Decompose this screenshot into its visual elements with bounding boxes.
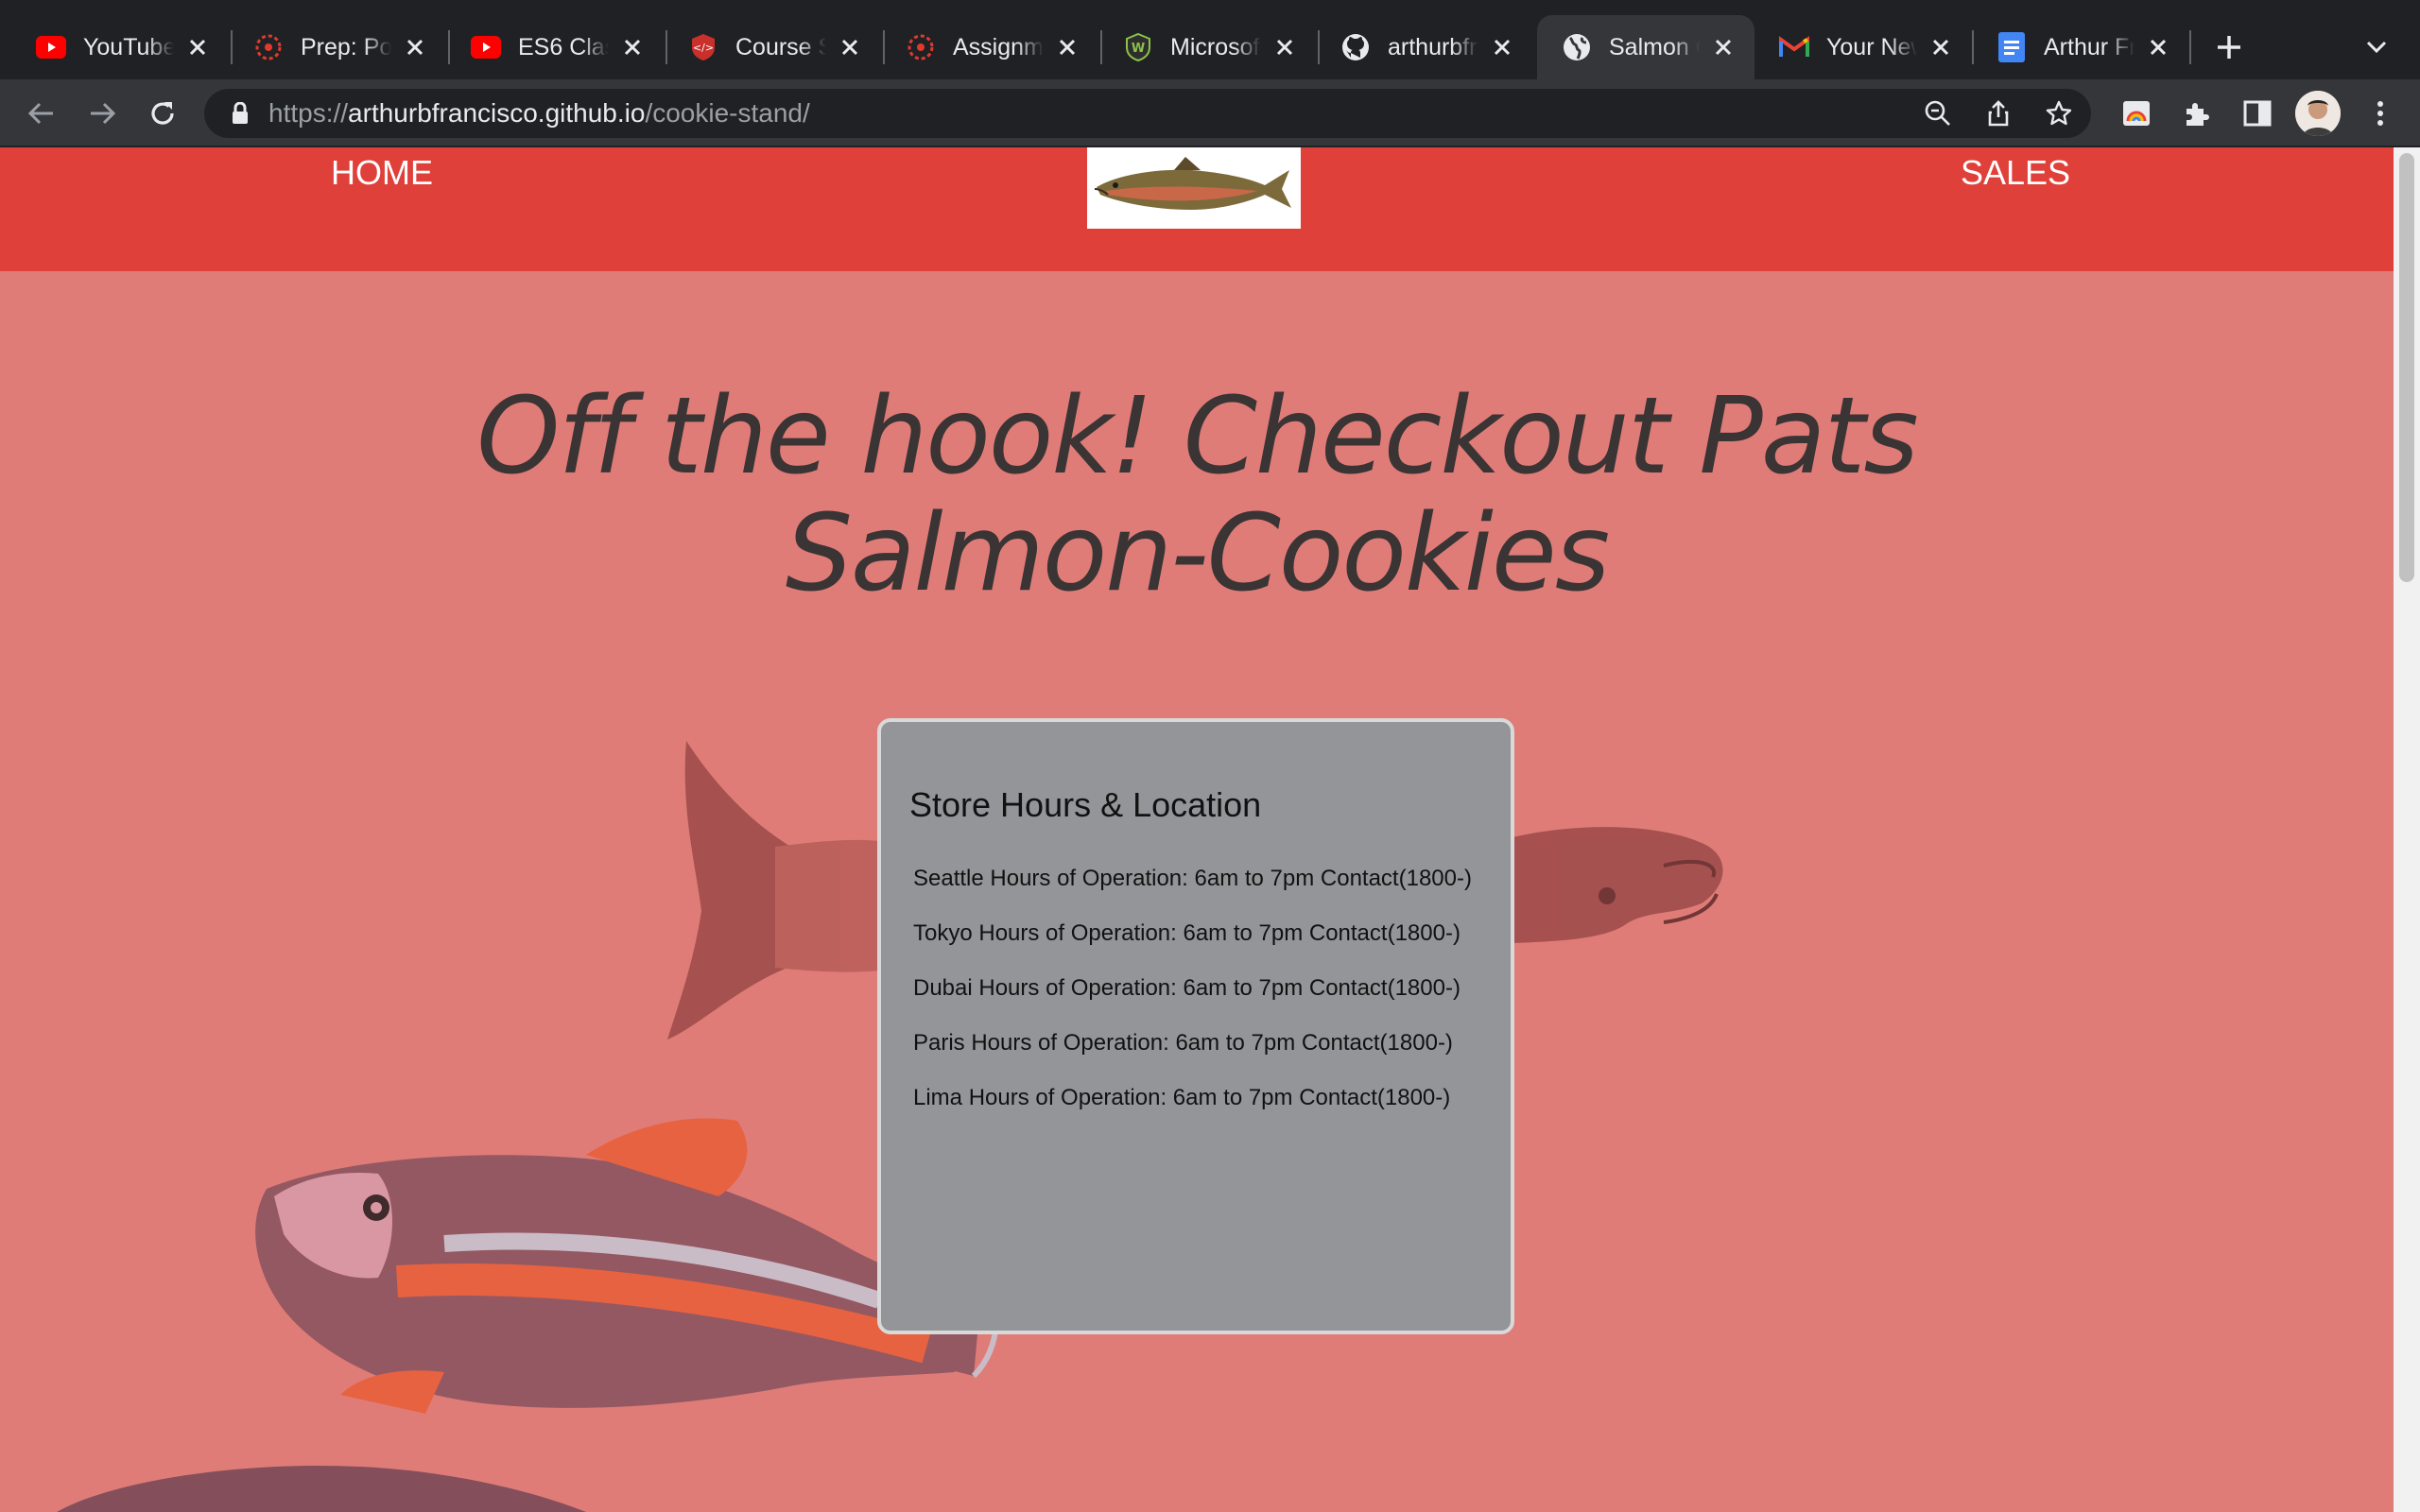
page-title-line-1: Off the hook! Checkout Pats <box>476 375 1918 498</box>
close-tab-icon[interactable] <box>401 33 429 61</box>
tab-gmail[interactable]: Your New <box>1754 15 1972 79</box>
store-hours-item: Seattle Hours of Operation: 6am to 7pm C… <box>913 866 1472 891</box>
url-host: arthurbfrancisco.github.io <box>348 98 646 128</box>
salmon-logo[interactable] <box>1087 147 1301 229</box>
tab-title: Prep: Portfolio <box>301 33 391 60</box>
youtube-icon <box>471 32 501 62</box>
tab-title: ES6 Classes <box>518 33 609 60</box>
codefellows-icon: </> <box>688 32 718 62</box>
salmon-logo-image <box>1087 147 1301 229</box>
arrow-right-icon <box>91 102 116 125</box>
extension-button[interactable] <box>2114 91 2159 136</box>
scrollbar-thumb[interactable] <box>2399 153 2414 582</box>
close-tab-icon[interactable] <box>2144 33 2172 61</box>
page-viewport: HOME SALES Off the hook! Checkout Pats S… <box>0 147 2394 1512</box>
new-tab-button[interactable] <box>2206 25 2252 70</box>
browser-tab-strip: YouTube Prep: Portfolio ES6 Classes </> … <box>0 0 2420 79</box>
rainbow-extension-icon <box>2123 101 2150 126</box>
nav-sales-link[interactable]: SALES <box>1961 149 2070 197</box>
close-tab-icon[interactable] <box>1488 33 1516 61</box>
store-hours-item: Paris Hours of Operation: 6am to 7pm Con… <box>913 1030 1453 1056</box>
store-hours-item: Tokyo Hours of Operation: 6am to 7pm Con… <box>913 920 1461 946</box>
page-title: Off the hook! Checkout Pats Salmon-Cooki… <box>0 378 2394 612</box>
globe-icon <box>1562 32 1592 62</box>
gmail-icon <box>1779 32 1809 62</box>
store-hours-item: Lima Hours of Operation: 6am to 7pm Cont… <box>913 1085 1451 1110</box>
tab-microsoft[interactable]: W Microsoft <box>1098 15 1316 79</box>
tab-prep-portfolio[interactable]: Prep: Portfolio <box>229 15 446 79</box>
puzzle-icon <box>2187 103 2209 126</box>
reload-button[interactable] <box>140 91 185 136</box>
tab-title: Assignments <box>953 33 1044 60</box>
tab-title: arthurbfrancisco <box>1388 33 1478 60</box>
share-icon[interactable] <box>1979 94 2017 132</box>
chevron-down-icon <box>2366 41 2387 54</box>
tab-course-schedule[interactable]: </> Course Schedule <box>664 15 881 79</box>
close-tab-icon[interactable] <box>1053 33 1081 61</box>
menu-button[interactable] <box>2358 91 2403 136</box>
store-hours-heading: Store Hours & Location <box>909 785 1262 824</box>
tab-assignments[interactable]: Assignments <box>881 15 1098 79</box>
background-salmon-bottom <box>57 1118 999 1512</box>
store-hours-item: Dubai Hours of Operation: 6am to 7pm Con… <box>913 975 1461 1001</box>
tab-google-docs[interactable]: Arthur Francisco <box>1972 15 2189 79</box>
back-button[interactable] <box>19 91 64 136</box>
wordpress-icon: W <box>1123 32 1153 62</box>
page-title-line-2: Salmon-Cookies <box>785 492 1610 615</box>
lock-icon[interactable] <box>227 100 253 127</box>
tab-separator <box>2189 30 2191 64</box>
store-hours-panel: Store Hours & Location Seattle Hours of … <box>877 718 1514 1334</box>
tab-title: Microsoft <box>1170 33 1261 60</box>
close-tab-icon[interactable] <box>836 33 864 61</box>
youtube-icon <box>36 32 66 62</box>
tab-title: Salmon Cookies <box>1609 33 1700 60</box>
site-header: HOME SALES <box>0 147 2394 271</box>
tab-youtube[interactable]: YouTube <box>11 15 229 79</box>
zoom-icon[interactable] <box>1919 94 1957 132</box>
canvas-icon <box>906 32 936 62</box>
browser-toolbar: https://arthurbfrancisco.github.io/cooki… <box>0 79 2420 147</box>
kebab-menu-icon <box>2377 101 2383 126</box>
bookmark-star-icon[interactable] <box>2040 94 2078 132</box>
docs-icon <box>1996 32 2027 62</box>
tab-title: YouTube <box>83 33 174 60</box>
close-tab-icon[interactable] <box>618 33 647 61</box>
nav-home-link[interactable]: HOME <box>331 149 433 197</box>
profile-avatar[interactable] <box>2295 91 2341 136</box>
close-tab-icon[interactable] <box>1270 33 1299 61</box>
forward-button[interactable] <box>79 91 125 136</box>
close-tab-icon[interactable] <box>183 33 212 61</box>
tab-search-button[interactable] <box>2354 25 2399 70</box>
tab-title: Course Schedule <box>735 33 826 60</box>
side-panel-button[interactable] <box>2235 91 2280 136</box>
store-hours-list: Seattle Hours of Operation: 6am to 7pm C… <box>913 866 1472 1140</box>
canvas-icon <box>253 32 284 62</box>
svg-text:W: W <box>1132 42 1145 56</box>
tab-es6-classes[interactable]: ES6 Classes <box>446 15 664 79</box>
close-tab-icon[interactable] <box>1927 33 1955 61</box>
side-panel-icon <box>2243 100 2272 127</box>
github-icon <box>1340 32 1371 62</box>
page-scrollbar[interactable] <box>2394 147 2420 1512</box>
address-bar[interactable]: https://arthurbfrancisco.github.io/cooki… <box>204 89 2091 138</box>
reload-icon <box>151 102 174 125</box>
tab-title: Arthur Francisco <box>2044 33 2135 60</box>
tab-salmon-cookies[interactable]: Salmon Cookies <box>1537 15 1754 79</box>
tab-title: Your New <box>1826 33 1917 60</box>
tab-github[interactable]: arthurbfrancisco <box>1316 15 1533 79</box>
arrow-left-icon <box>27 102 53 125</box>
svg-text:</>: </> <box>693 42 714 54</box>
url-text[interactable]: https://arthurbfrancisco.github.io/cooki… <box>268 98 810 129</box>
extensions-button[interactable] <box>2174 91 2220 136</box>
url-scheme: https:// <box>268 98 349 128</box>
url-path: /cookie-stand/ <box>645 98 810 128</box>
close-tab-icon[interactable] <box>1709 33 1737 61</box>
